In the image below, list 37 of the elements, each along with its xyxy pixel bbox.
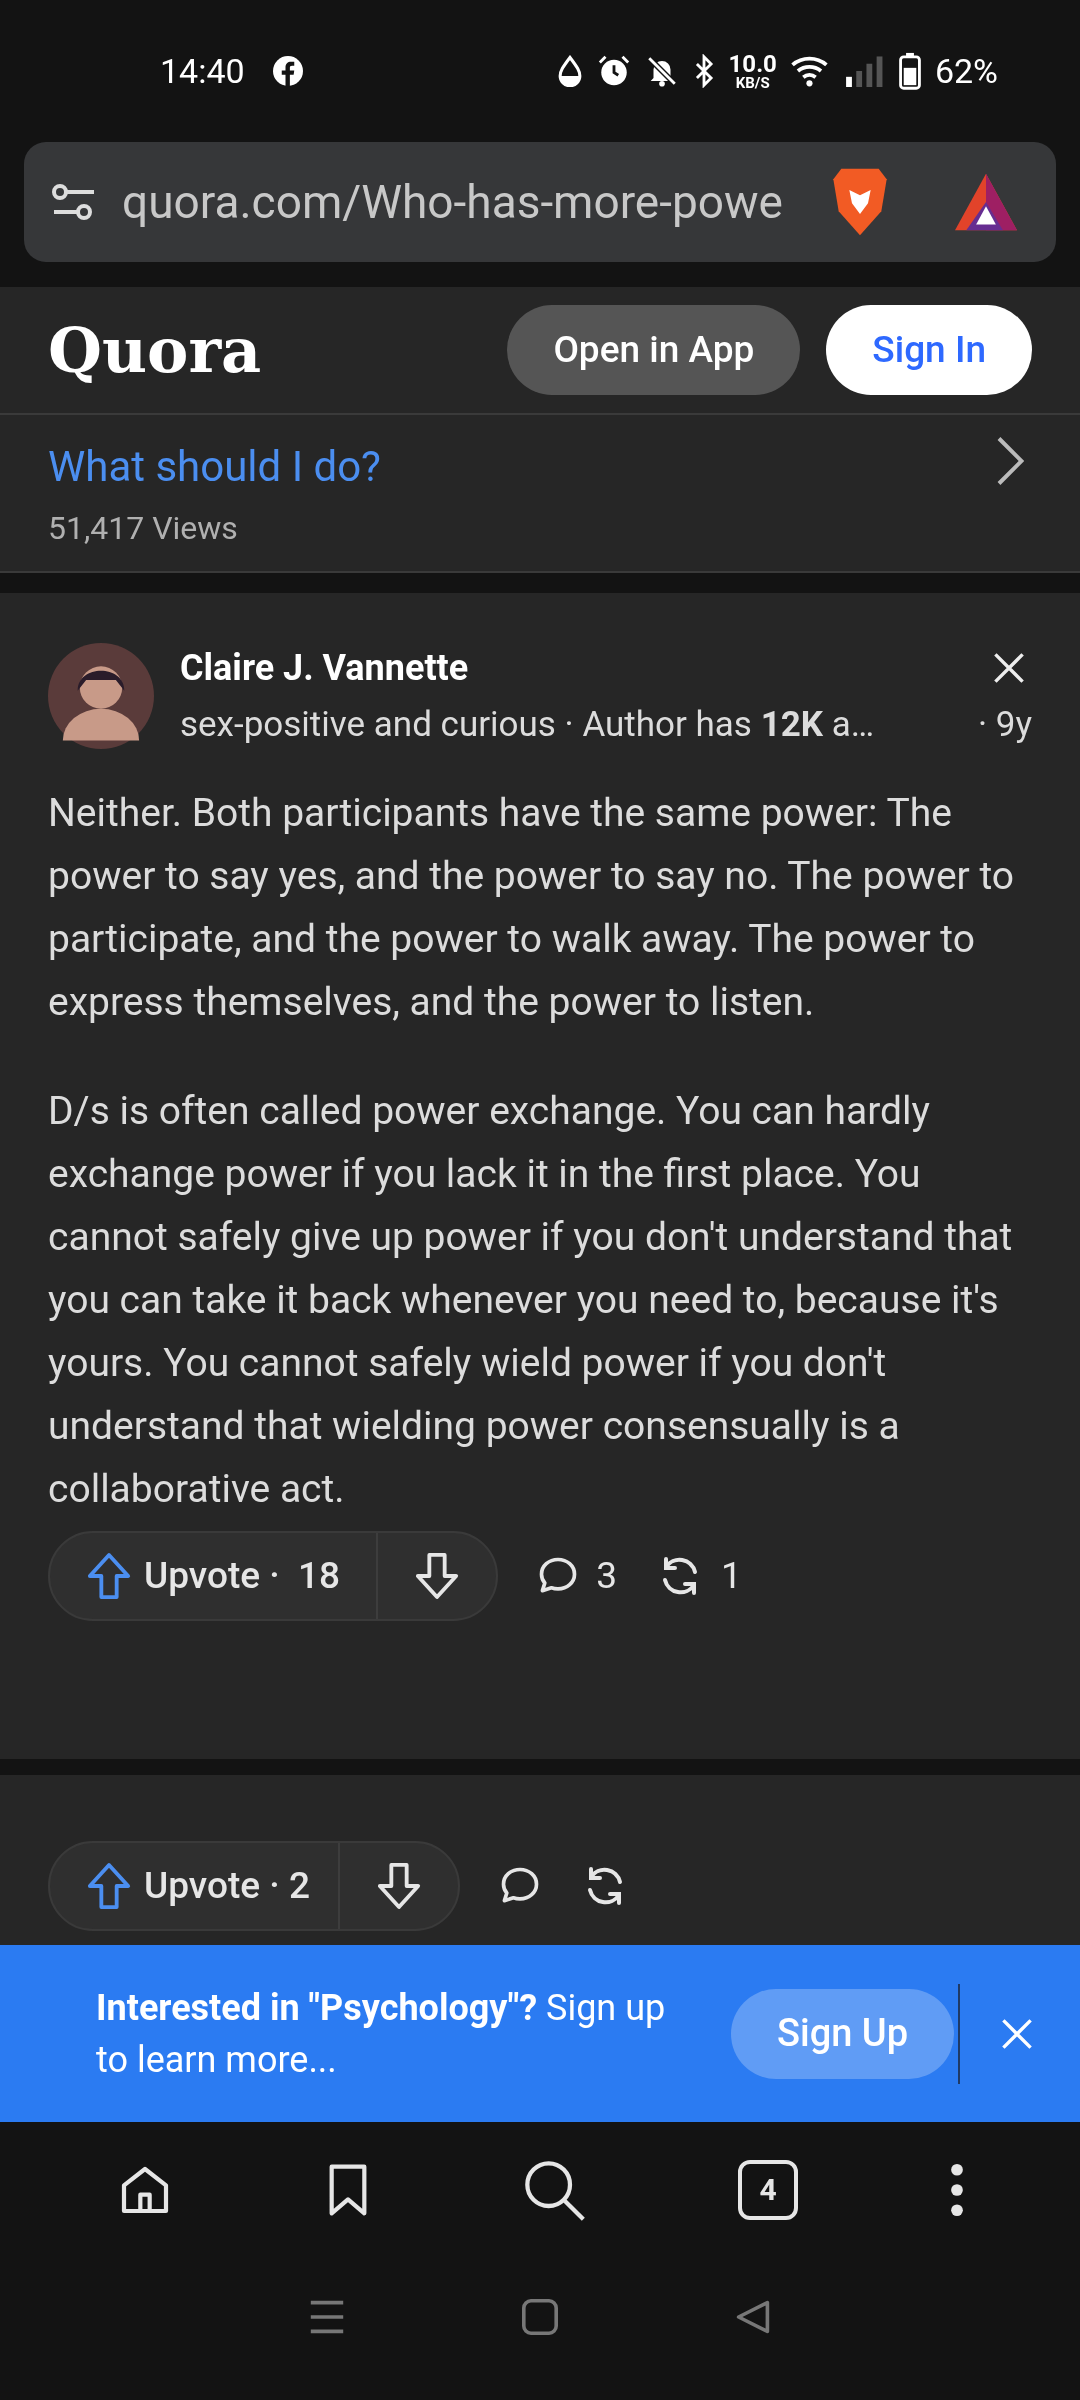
wifi-icon xyxy=(790,54,831,88)
question-link[interactable]: What should I do? xyxy=(48,434,381,498)
drop-icon xyxy=(556,55,583,87)
more-options-icon[interactable] xyxy=(950,2162,964,2217)
quora-logo: Quora xyxy=(48,312,262,389)
answer-paragraph: D/s is often called power exchange. You can hardly exchange power if you lack it in the first place. You cannot safely give up power if you don't understand that you can take it back whenever you need to, because it's yours. You cannot safely wield power if you don't understand that wielding power consensually is a collaborative act. xyxy=(48,1086,1014,1514)
home-button-icon[interactable] xyxy=(522,2298,558,2335)
view-count: 51,417 Views xyxy=(48,507,239,549)
answer-paragraph: Neither. Both participants have the same power: The power to say yes, and the power to say no. The power to participate, and the power to walk away. The power to express themselves, and the power to listen. xyxy=(48,788,1016,1027)
battery-level: 62% xyxy=(934,49,998,93)
battery-icon xyxy=(898,52,921,90)
recents-icon[interactable] xyxy=(308,2298,345,2335)
banner-text: Interested in "Psychology"? Sign up to learn more... xyxy=(96,1985,667,2083)
clock: 14:40 xyxy=(160,49,245,93)
header-button[interactable]: Open in App xyxy=(507,305,801,395)
back-icon[interactable] xyxy=(735,2298,772,2335)
alarm-icon xyxy=(596,54,631,88)
signal-icon xyxy=(844,55,885,87)
downvote-icon xyxy=(375,1861,422,1911)
answer-age: · 9y xyxy=(977,703,1032,747)
downvote-icon xyxy=(414,1550,461,1601)
related-question-card[interactable]: What should I do? 51,417 Views xyxy=(0,415,1080,573)
author-credential: sex-positive and curious · Author has 12K a… xyxy=(180,703,875,747)
tab-count-button[interactable]: 4 xyxy=(738,2159,798,2220)
address-bar[interactable]: quora.com/Who-has-more-powe xyxy=(24,142,1056,262)
author-name[interactable]: Claire J. Vannette xyxy=(180,641,469,695)
upvote-button[interactable]: Upvote · 2 xyxy=(50,1843,338,1929)
network-speed: 10.0 KB/S xyxy=(728,51,777,91)
share-button[interactable]: 1 xyxy=(654,1547,742,1604)
comment-button[interactable]: 3 xyxy=(536,1547,617,1604)
upvote-button[interactable]: Upvote · 18 xyxy=(50,1532,377,1619)
url-text: quora.com/Who-has-more-powe xyxy=(122,173,783,231)
close-icon[interactable] xyxy=(992,651,1026,685)
upvote-icon xyxy=(86,1861,132,1911)
header-button[interactable]: Sign In xyxy=(826,305,1032,395)
upvote-icon xyxy=(86,1550,132,1601)
facebook-icon xyxy=(272,56,303,86)
